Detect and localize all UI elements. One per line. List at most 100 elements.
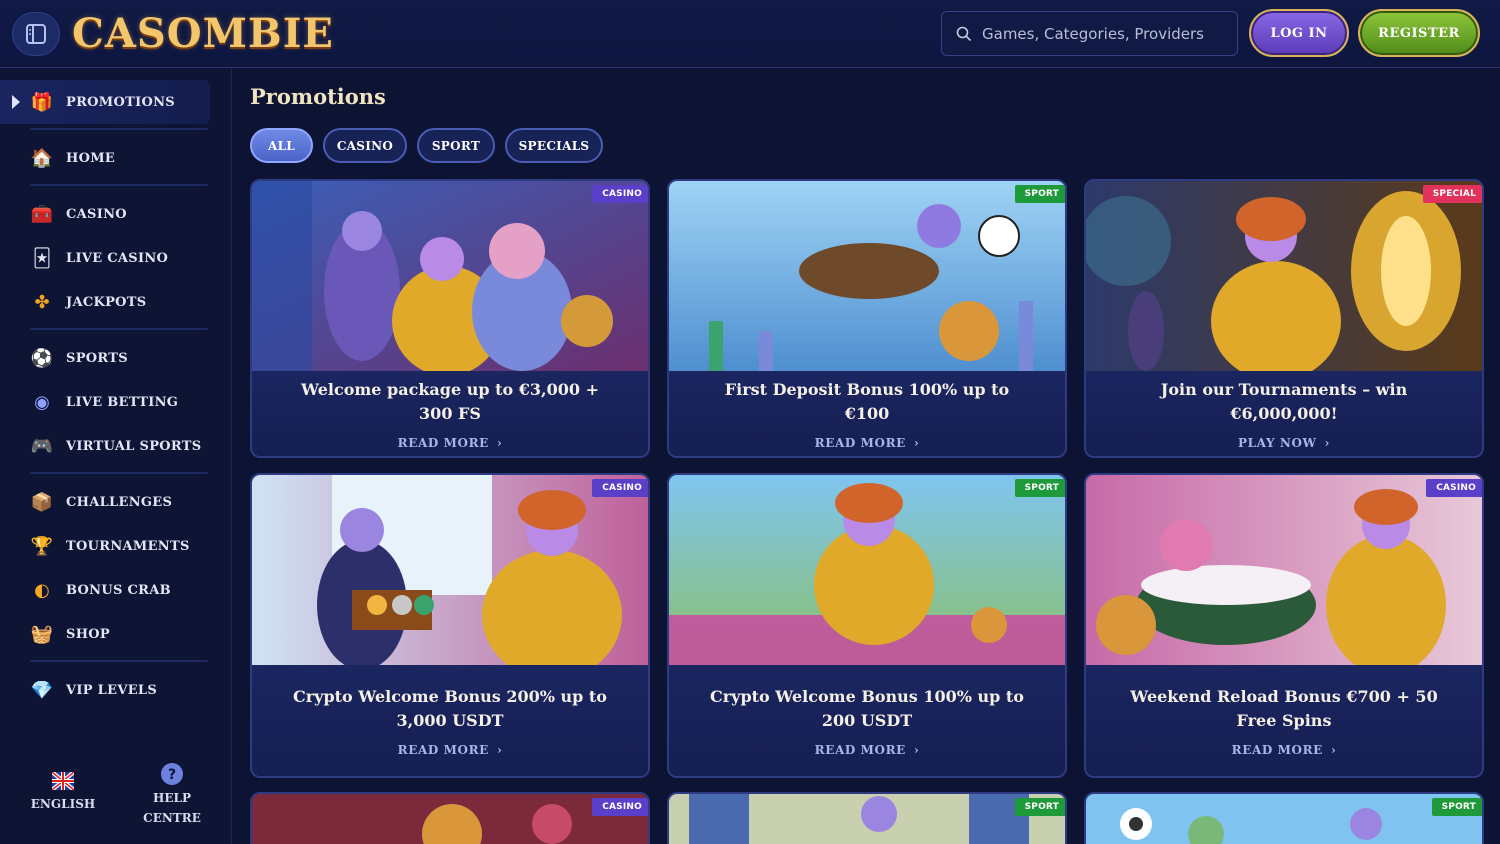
category-badge: SPORT <box>1431 798 1482 816</box>
sidebar-item-label: PROMOTIONS <box>66 94 175 110</box>
category-badge: SPORT <box>1014 798 1065 816</box>
promo-image <box>669 794 1065 844</box>
chevron-right-icon: › <box>496 435 503 450</box>
casombie-logo[interactable]: CASOMBIE <box>72 10 334 58</box>
basket-icon: 🧺 <box>30 623 54 645</box>
promo-card-partial[interactable]: SPORT <box>667 792 1067 844</box>
sidebar-nav: 🎁 PROMOTIONS 🏠 HOME 🧰 CASINO 🃏 LIVE CASI… <box>0 68 232 844</box>
category-badge: SPORT <box>1014 479 1065 497</box>
sidebar-item-label: VIP LEVELS <box>66 682 158 698</box>
read-more-link[interactable]: READ MORE › <box>1232 743 1337 757</box>
category-badge: CASINO <box>592 479 648 497</box>
read-more-link[interactable]: READ MORE › <box>815 436 920 450</box>
play-now-link[interactable]: PLAY NOW › <box>1238 436 1330 450</box>
sidebar-item-label: CHALLENGES <box>66 494 173 510</box>
sidebar-item-vip-levels[interactable]: 💎 VIP LEVELS <box>0 668 210 712</box>
sidebar-item-label: LIVE CASINO <box>66 250 169 266</box>
language-selector[interactable]: ENGLISH <box>28 772 98 814</box>
promo-card-crypto-100[interactable]: SPORT Crypto Welcome Bonus 100% up to 20… <box>667 473 1067 778</box>
trophy-icon: 🏆 <box>30 535 54 557</box>
live-ball-icon: ◉ <box>34 391 50 413</box>
sidebar-item-jackpots[interactable]: ✤ JACKPOTS <box>0 280 210 324</box>
promo-title: Welcome package up to €3,000 + 300 FS <box>301 379 599 423</box>
crab-icon: ◐ <box>34 579 50 601</box>
read-more-link[interactable]: READ MORE › <box>398 436 503 450</box>
sidebar-item-live-casino[interactable]: 🃏 LIVE CASINO <box>0 236 210 280</box>
promo-card-partial[interactable]: SPORT <box>1084 792 1484 844</box>
sidebar-item-label: BONUS CRAB <box>66 582 171 598</box>
sidebar-item-label: SHOP <box>66 626 110 642</box>
promo-image <box>1086 794 1482 844</box>
chest-icon: 🧰 <box>30 203 54 225</box>
filter-sport[interactable]: SPORT <box>417 128 495 163</box>
promo-card-weekend-reload[interactable]: CASINO Weekend Reload Bonus €700 + 50 Fr… <box>1084 473 1484 778</box>
cards-icon: 🃏 <box>32 247 52 269</box>
sidebar-toggle-icon <box>26 24 46 44</box>
read-more-link[interactable]: READ MORE › <box>815 743 920 757</box>
top-header: CASOMBIE LOG IN REGISTER <box>0 0 1500 68</box>
category-badge: CASINO <box>1426 479 1482 497</box>
category-badge: SPECIAL <box>1422 185 1482 203</box>
sidebar-item-challenges[interactable]: 📦 CHALLENGES <box>0 480 210 524</box>
promo-image <box>252 794 648 844</box>
play-now-label: PLAY NOW <box>1237 435 1317 450</box>
read-more-label: READ MORE <box>397 435 489 450</box>
sidebar-divider <box>30 184 208 186</box>
promo-card-body: Weekend Reload Bonus €700 + 50 Free Spin… <box>1086 665 1482 776</box>
read-more-label: READ MORE <box>397 742 489 757</box>
read-more-label: READ MORE <box>1231 742 1323 757</box>
sidebar-item-label: SPORTS <box>66 350 128 366</box>
promo-card-body: Crypto Welcome Bonus 200% up to 3,000 US… <box>252 665 648 776</box>
sidebar-item-tournaments[interactable]: 🏆 TOURNAMENTS <box>0 524 210 568</box>
sidebar-divider <box>30 472 208 474</box>
promo-title: Crypto Welcome Bonus 200% up to 3,000 US… <box>293 686 607 730</box>
soccer-ball-icon: ⚽ <box>30 347 54 369</box>
sidebar-item-bonus-crab[interactable]: ◐ BONUS CRAB <box>0 568 210 612</box>
sidebar-item-label: LIVE BETTING <box>66 394 179 410</box>
sidebar-item-home[interactable]: 🏠 HOME <box>0 136 210 180</box>
help-label-line1: HELP <box>153 791 191 805</box>
sidebar-item-label: JACKPOTS <box>66 294 147 310</box>
filter-specials[interactable]: SPECIALS <box>505 128 603 163</box>
promo-card-body: Welcome package up to €3,000 + 300 FS RE… <box>252 371 648 456</box>
sidebar-item-shop[interactable]: 🧺 SHOP <box>0 612 210 656</box>
sidebar-item-casino[interactable]: 🧰 CASINO <box>0 192 210 236</box>
register-button[interactable]: REGISTER <box>1358 9 1480 57</box>
sidebar-item-virtual-sports[interactable]: 🎮 VIRTUAL SPORTS <box>0 424 210 468</box>
sidebar-divider <box>30 660 208 662</box>
search-icon <box>956 26 972 41</box>
search-box[interactable] <box>941 11 1238 56</box>
promo-card-body: Join our Tournaments – win €6,000,000! P… <box>1086 371 1482 456</box>
promo-image <box>669 181 1065 371</box>
promo-card-partial[interactable]: CASINO <box>250 792 650 844</box>
page-title: Promotions <box>250 84 386 109</box>
sidebar-item-live-betting[interactable]: ◉ LIVE BETTING <box>0 380 210 424</box>
promo-card-welcome-package[interactable]: CASINO Welcome package up to €3,000 + 30… <box>250 179 650 458</box>
sidebar-item-sports[interactable]: ⚽ SPORTS <box>0 336 210 380</box>
promo-card-tournaments[interactable]: SPECIAL Join our Tournaments – win €6,00… <box>1084 179 1484 458</box>
sidebar-item-promotions[interactable]: 🎁 PROMOTIONS <box>0 80 210 124</box>
sidebar-divider <box>30 128 208 130</box>
search-input[interactable] <box>982 24 1222 43</box>
category-badge: SPORT <box>1014 185 1065 203</box>
sidebar-item-label: CASINO <box>66 206 127 222</box>
filter-casino[interactable]: CASINO <box>323 128 407 163</box>
promo-card-crypto-200[interactable]: CASINO Crypto Welcome Bonus 200% up to 3… <box>250 473 650 778</box>
promo-image <box>1086 181 1482 371</box>
treasure-icon: 📦 <box>30 491 54 513</box>
promo-card-first-deposit[interactable]: SPORT First Deposit Bonus 100% up to €10… <box>667 179 1067 458</box>
uk-flag-icon <box>52 772 74 790</box>
sidebar-item-label: HOME <box>66 150 116 166</box>
read-more-link[interactable]: READ MORE › <box>398 743 503 757</box>
promo-image <box>252 181 648 371</box>
promo-title: Join our Tournaments – win €6,000,000! <box>1160 379 1408 423</box>
sidebar-toggle-button[interactable] <box>12 12 60 56</box>
help-centre-link[interactable]: ? HELP CENTRE <box>132 762 212 828</box>
login-button[interactable]: LOG IN <box>1249 9 1349 57</box>
promo-title: Weekend Reload Bonus €700 + 50 Free Spin… <box>1130 686 1438 730</box>
filter-all[interactable]: ALL <box>250 128 313 163</box>
chevron-right-icon: › <box>913 742 920 757</box>
gift-icon: 🎁 <box>30 91 54 113</box>
sidebar-item-label: VIRTUAL SPORTS <box>66 438 202 454</box>
chevron-right-icon: › <box>1330 742 1337 757</box>
